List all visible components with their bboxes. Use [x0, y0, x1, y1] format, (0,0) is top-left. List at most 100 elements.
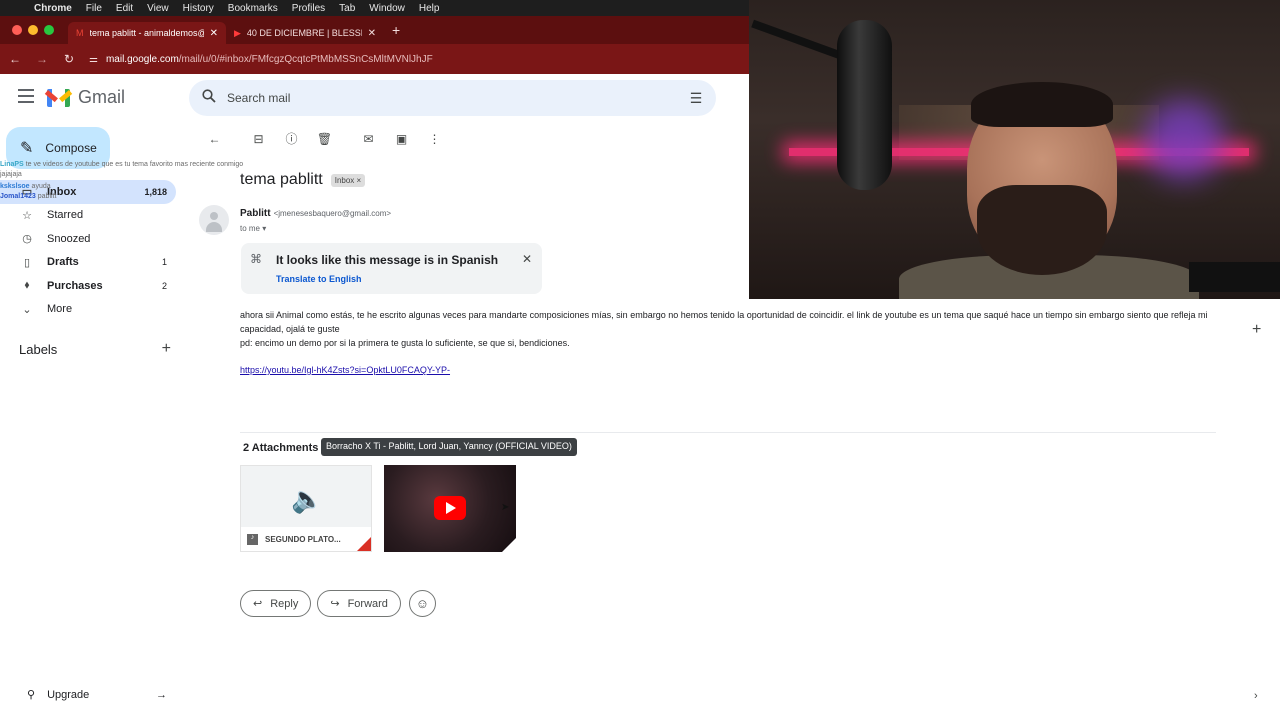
body-paragraph: ahora sii Animal como estás, te he escri… — [240, 310, 1208, 334]
recipient-details[interactable]: to me ▾ — [240, 224, 266, 233]
draft-count: 1 — [161, 257, 167, 268]
translate-link[interactable]: Translate to English — [276, 274, 362, 284]
chat-text: pablitt — [37, 192, 57, 200]
menu-file[interactable]: File — [86, 3, 102, 14]
attachment-audio[interactable]: 🔈 ♪ SEGUNDO PLATO... — [240, 465, 372, 552]
reply-actions: ↩ Reply ↪ Forward ☺ — [240, 590, 436, 617]
menu-window[interactable]: Window — [369, 3, 405, 14]
compose-label: Compose — [45, 141, 97, 155]
back-to-inbox-icon[interactable]: ← — [198, 132, 231, 146]
new-tab-icon[interactable]: + — [392, 22, 400, 38]
close-tab-icon[interactable]: ✕ — [368, 28, 376, 39]
search-bar[interactable]: Search mail ☰ — [189, 80, 716, 116]
add-label-icon[interactable]: + — [162, 340, 171, 358]
emoji-react-button[interactable]: ☺ — [408, 590, 436, 617]
menu-help[interactable]: Help — [419, 3, 440, 14]
attachment-name: SEGUNDO PLATO... — [265, 534, 341, 544]
attachment-youtube-video[interactable] — [384, 465, 516, 552]
chat-text: te ve videos de youtube que es tu tema f… — [25, 161, 244, 168]
reload-icon[interactable]: ↻ — [57, 52, 81, 66]
report-spam-icon[interactable]: ⓘ — [275, 130, 308, 147]
sidebar-item-label: Starred — [47, 209, 84, 222]
chat-message: kskslsoe ayuda — [0, 182, 243, 192]
zoom-window-button[interactable] — [44, 25, 54, 35]
gmail-icon: M — [76, 28, 84, 38]
purchases-count: 2 — [161, 280, 167, 291]
more-options-icon[interactable]: ⋮ — [418, 132, 451, 146]
forward-icon[interactable]: → — [30, 52, 54, 66]
attachments-title: 2 Attachments — [243, 442, 319, 454]
attachment-tooltip: Borracho X Ti - Pablitt, Lord Juan, Yann… — [321, 438, 577, 456]
inbox-label-chip[interactable]: Inbox × — [330, 173, 366, 187]
divider — [240, 432, 1216, 433]
address-bar: ← → ↻ ⚌ mail.google.com/mail/u/0/#inbox/… — [0, 44, 750, 74]
tag-icon: ⬧ — [24, 279, 30, 292]
gmail-logo[interactable]: Gmail — [44, 87, 125, 108]
sidebar-item-starred[interactable]: ☆ Starred — [0, 204, 176, 228]
menu-bookmarks[interactable]: Bookmarks — [228, 3, 278, 14]
chevron-down-icon: ⌄ — [22, 303, 32, 316]
minimize-window-button[interactable] — [28, 25, 38, 35]
main-menu-icon[interactable] — [18, 89, 34, 107]
url-host: mail.google.com — [105, 53, 179, 65]
reply-label: Reply — [270, 597, 299, 610]
url-field[interactable]: ⚌ mail.google.com/mail/u/0/#inbox/FMfcgz… — [89, 54, 433, 65]
person-beard — [977, 185, 1107, 275]
avatar — [199, 205, 229, 235]
close-window-button[interactable] — [12, 25, 22, 35]
chat-text: jajajaja — [0, 170, 22, 178]
chat-user: Jomal1423 — [0, 192, 36, 200]
get-addons-icon[interactable]: + — [1252, 321, 1261, 339]
translate-icon: ⌘ — [250, 252, 262, 266]
mark-unread-icon[interactable]: ✉ — [352, 132, 385, 146]
menu-edit[interactable]: Edit — [116, 3, 133, 14]
gmail-m-icon — [44, 88, 73, 107]
menu-history[interactable]: History — [183, 3, 214, 14]
upgrade-button[interactable]: ⚲ Upgrade → — [27, 688, 167, 702]
chat-user: kskslsoe — [0, 183, 30, 191]
sidebar-item-drafts[interactable]: ▯ Drafts 1 — [0, 251, 176, 275]
menu-chrome[interactable]: Chrome — [34, 3, 72, 14]
menu-profiles[interactable]: Profiles — [292, 3, 325, 14]
sender-name[interactable]: Pablitt — [240, 208, 271, 219]
back-icon[interactable]: ← — [3, 52, 27, 66]
search-options-icon[interactable]: ☰ — [676, 90, 716, 107]
tab-youtube[interactable]: ▶ 40 DE DICIEMBRE | BLESSD ✕ — [226, 22, 384, 44]
rocket-icon: ⚲ — [27, 689, 36, 701]
youtube-play-icon[interactable] — [434, 496, 466, 520]
reply-button[interactable]: ↩ Reply — [240, 590, 312, 617]
labels-title: Labels — [19, 341, 58, 357]
tab-title: 40 DE DICIEMBRE | BLESSD — [246, 28, 362, 38]
show-side-panel-icon[interactable]: › — [1254, 690, 1258, 702]
search-icon[interactable] — [191, 88, 227, 108]
move-to-icon[interactable]: ▣ — [385, 132, 418, 146]
sidebar-item-label: Purchases — [47, 279, 103, 292]
youtube-link[interactable]: https://youtu.be/Igl-hK4Zsts?si=OpktLU0F… — [240, 365, 450, 375]
message-toolbar: ← ⊟ ⓘ 🗑 ✉ ▣ ⋮ — [198, 130, 451, 147]
site-info-icon[interactable]: ⚌ — [89, 54, 98, 65]
sidebar-item-label: Drafts — [47, 256, 79, 269]
menu-tab[interactable]: Tab — [339, 3, 355, 14]
menu-view[interactable]: View — [147, 3, 169, 14]
sender-email: <jmenesesbaquero@gmail.com> — [273, 209, 392, 218]
microphone — [837, 20, 892, 190]
close-tab-icon[interactable]: ✕ — [210, 28, 218, 39]
mouse-cursor-icon: ➤ — [501, 502, 510, 513]
sidebar-item-label: More — [47, 303, 73, 316]
search-input[interactable]: Search mail — [227, 91, 676, 105]
sidebar-item-more[interactable]: ⌄ More — [0, 298, 176, 322]
tab-gmail[interactable]: M tema pablitt - animaldemos@ ✕ — [68, 22, 226, 44]
sender-info: Pablitt <jmenesesbaquero@gmail.com> — [240, 208, 391, 219]
forward-button[interactable]: ↪ Forward — [317, 590, 401, 617]
email-subject: tema pablitt Inbox × — [240, 171, 366, 189]
smiley-icon: ☺ — [415, 596, 430, 611]
sidebar-item-snoozed[interactable]: ◷ Snoozed — [0, 227, 176, 251]
pencil-icon: ✎ — [20, 140, 34, 157]
close-icon[interactable]: ✕ — [522, 252, 532, 266]
delete-icon[interactable]: 🗑 — [308, 132, 341, 146]
tab-title: tema pablitt - animaldemos@ — [89, 28, 204, 38]
labels-section: Labels + — [19, 340, 171, 358]
archive-icon[interactable]: ⊟ — [242, 132, 275, 146]
chat-user: LinaPS — [0, 161, 24, 168]
sidebar-item-purchases[interactable]: ⬧ Purchases 2 — [0, 274, 176, 298]
